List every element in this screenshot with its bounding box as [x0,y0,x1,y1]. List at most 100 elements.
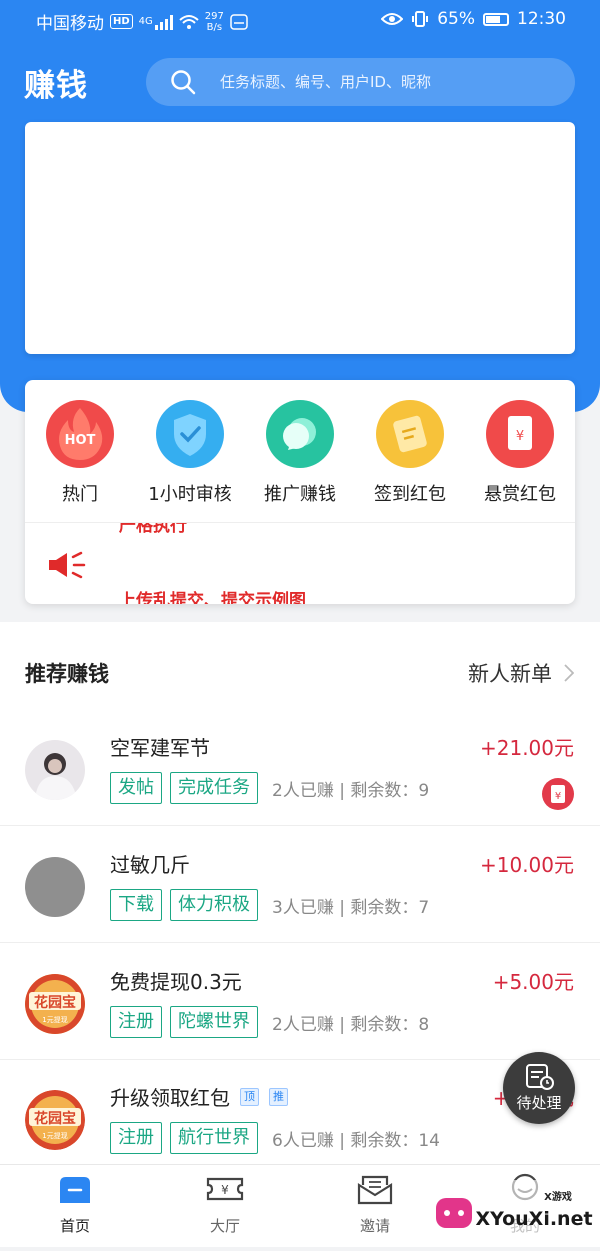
pending-label: 待处理 [516,1094,562,1112]
task-price: +5.00元 [492,970,574,994]
home-icon [60,1177,90,1203]
svg-text:1元提现: 1元提现 [42,1131,67,1140]
quick-link-promote[interactable]: 推广赚钱 [245,400,355,506]
task-tag: 注册 [110,1006,162,1038]
task-item[interactable]: 过敏几斤 +10.00元 下载 体力积极 3人已赚 | 剩余数：7 [0,827,600,943]
task-tag: 体力积极 [170,889,258,921]
notice-text: 上传乱提交、提交示例图 [119,591,306,604]
network-speed: 297 B/s [204,10,224,33]
task-price: +10.00元 [479,853,574,877]
hot-icon: HOT [46,400,114,468]
task-price: +21.00元 [479,736,574,760]
battery-icon [483,12,509,26]
quick-link-label: 1小时审核 [148,484,232,505]
quick-link-label: 签到红包 [374,484,446,505]
vibrate-icon [412,11,429,27]
svg-text:XYouXi.net: XYouXi.net [475,1208,592,1230]
svg-text:X游戏: X游戏 [544,1190,572,1203]
task-tag: 下载 [110,889,162,921]
task-title: 空军建军节 [110,736,210,760]
task-item[interactable]: 花园宝 1元提现 免费提现0.3元 +5.00元 注册 陀螺世界 2人已赚 | 剩… [0,944,600,1060]
section-title: 推荐赚钱 [25,662,109,686]
app-logo: 赚钱 [24,68,88,104]
quick-link-reward[interactable]: ¥ 悬赏红包 [465,400,575,506]
svg-text:1元提现: 1元提现 [42,1015,67,1024]
app-notification-icon [230,13,248,30]
notice-text: 严格执行 [119,523,187,536]
tab-label: 邀请 [359,1217,390,1235]
banner-card[interactable] [25,122,575,354]
svg-text:HOT: HOT [65,433,96,448]
red-envelope-icon: ¥ [542,778,574,810]
svg-text:¥: ¥ [516,429,524,444]
quick-link-label: 推广赚钱 [264,484,336,505]
task-tag: 发帖 [110,772,162,804]
gray-avatar [25,857,85,917]
carrier-label: 中国移动 [36,14,104,34]
search-bar[interactable] [146,58,575,106]
search-input[interactable] [218,58,558,106]
tab-home[interactable]: 首页 [20,1173,130,1236]
task-tags: 下载 体力积极 3人已赚 | 剩余数：7 [110,889,429,921]
wifi-icon [179,14,199,29]
recommended-section: 推荐赚钱 新人新单 空军建军节 +21.00元 发帖 完成任务 2人已赚 | 剩… [0,622,600,1247]
svg-text:¥: ¥ [555,791,561,802]
task-tag: 陀螺世界 [170,1006,258,1038]
shield-check-icon [156,400,224,468]
task-title: 过敏几斤 [110,853,190,877]
recommend-badge: 推 [269,1087,288,1106]
new-user-link[interactable]: 新人新单 [468,658,574,688]
speaker-icon [49,551,86,579]
task-tag: 完成任务 [170,772,258,804]
tab-invite[interactable]: 邀请 [320,1173,430,1236]
ticket-icon: ¥ [206,1177,244,1201]
task-title-row: 免费提现0.3元 [110,966,242,995]
huayuanbao-logo: 花园宝 1元提现 [25,1090,85,1150]
task-tags: 发帖 完成任务 2人已赚 | 剩余数：9 [110,772,429,804]
quick-link-label: 热门 [62,484,98,505]
new-user-link-label: 新人新单 [468,662,552,686]
eye-icon [381,13,404,25]
hd-icon: HD [110,14,133,29]
mail-icon [357,1175,393,1205]
task-tag: 注册 [110,1122,162,1154]
chat-bubbles-icon [266,400,334,468]
task-tag: 航行世界 [170,1122,258,1154]
svg-text:¥: ¥ [221,1183,229,1197]
svg-text:花园宝: 花园宝 [34,1110,76,1127]
task-meta: 6人已赚 | 剩余数：14 [272,1130,440,1151]
notice-ticker[interactable]: 严格执行 上传乱提交、提交示例图 [25,523,575,604]
note-icon [376,400,444,468]
tab-label: 首页 [59,1217,90,1235]
red-envelope-icon: ¥ [486,400,554,468]
status-bar: 中国移动 HD 4G 297 B/s 65% 12:30 [0,0,600,40]
clipboard-clock-icon [526,1064,554,1090]
task-tags: 注册 陀螺世界 2人已赚 | 剩余数：8 [110,1006,429,1038]
network-type: 4G [138,16,153,27]
app-header: 赚钱 [0,52,600,112]
quick-link-checkin[interactable]: 签到红包 [355,400,465,506]
chevron-right-icon [564,664,574,682]
quick-link-label: 悬赏红包 [484,484,556,505]
site-watermark: X游戏 XYouXi.net [430,1180,600,1247]
signal-icon [154,14,173,30]
quick-link-hot[interactable]: HOT 热门 [25,400,135,506]
task-title-row: 空军建军节 [110,732,210,761]
task-tags: 注册 航行世界 6人已赚 | 剩余数：14 [110,1122,440,1154]
clock: 12:30 [517,9,566,29]
task-meta: 2人已赚 | 剩余数：8 [272,1014,430,1035]
battery-percent: 65% [437,9,475,29]
task-item[interactable]: 空军建军节 +21.00元 发帖 完成任务 2人已赚 | 剩余数：9 ¥ [0,710,600,826]
tab-label: 大厅 [209,1217,240,1235]
task-title: 升级领取红包 [110,1086,230,1110]
svg-text:花园宝: 花园宝 [34,994,76,1011]
top-badge: 顶 [240,1087,259,1106]
task-title: 免费提现0.3元 [110,970,242,994]
photo-avatar [25,740,85,800]
pending-fab[interactable]: 待处理 [503,1052,575,1124]
huayuanbao-logo: 花园宝 1元提现 [25,974,85,1034]
tab-hall[interactable]: ¥ 大厅 [170,1173,280,1236]
quick-link-fast-review[interactable]: 1小时审核 [135,400,245,506]
task-title-row: 过敏几斤 [110,849,190,878]
task-meta: 2人已赚 | 剩余数：9 [272,780,430,801]
